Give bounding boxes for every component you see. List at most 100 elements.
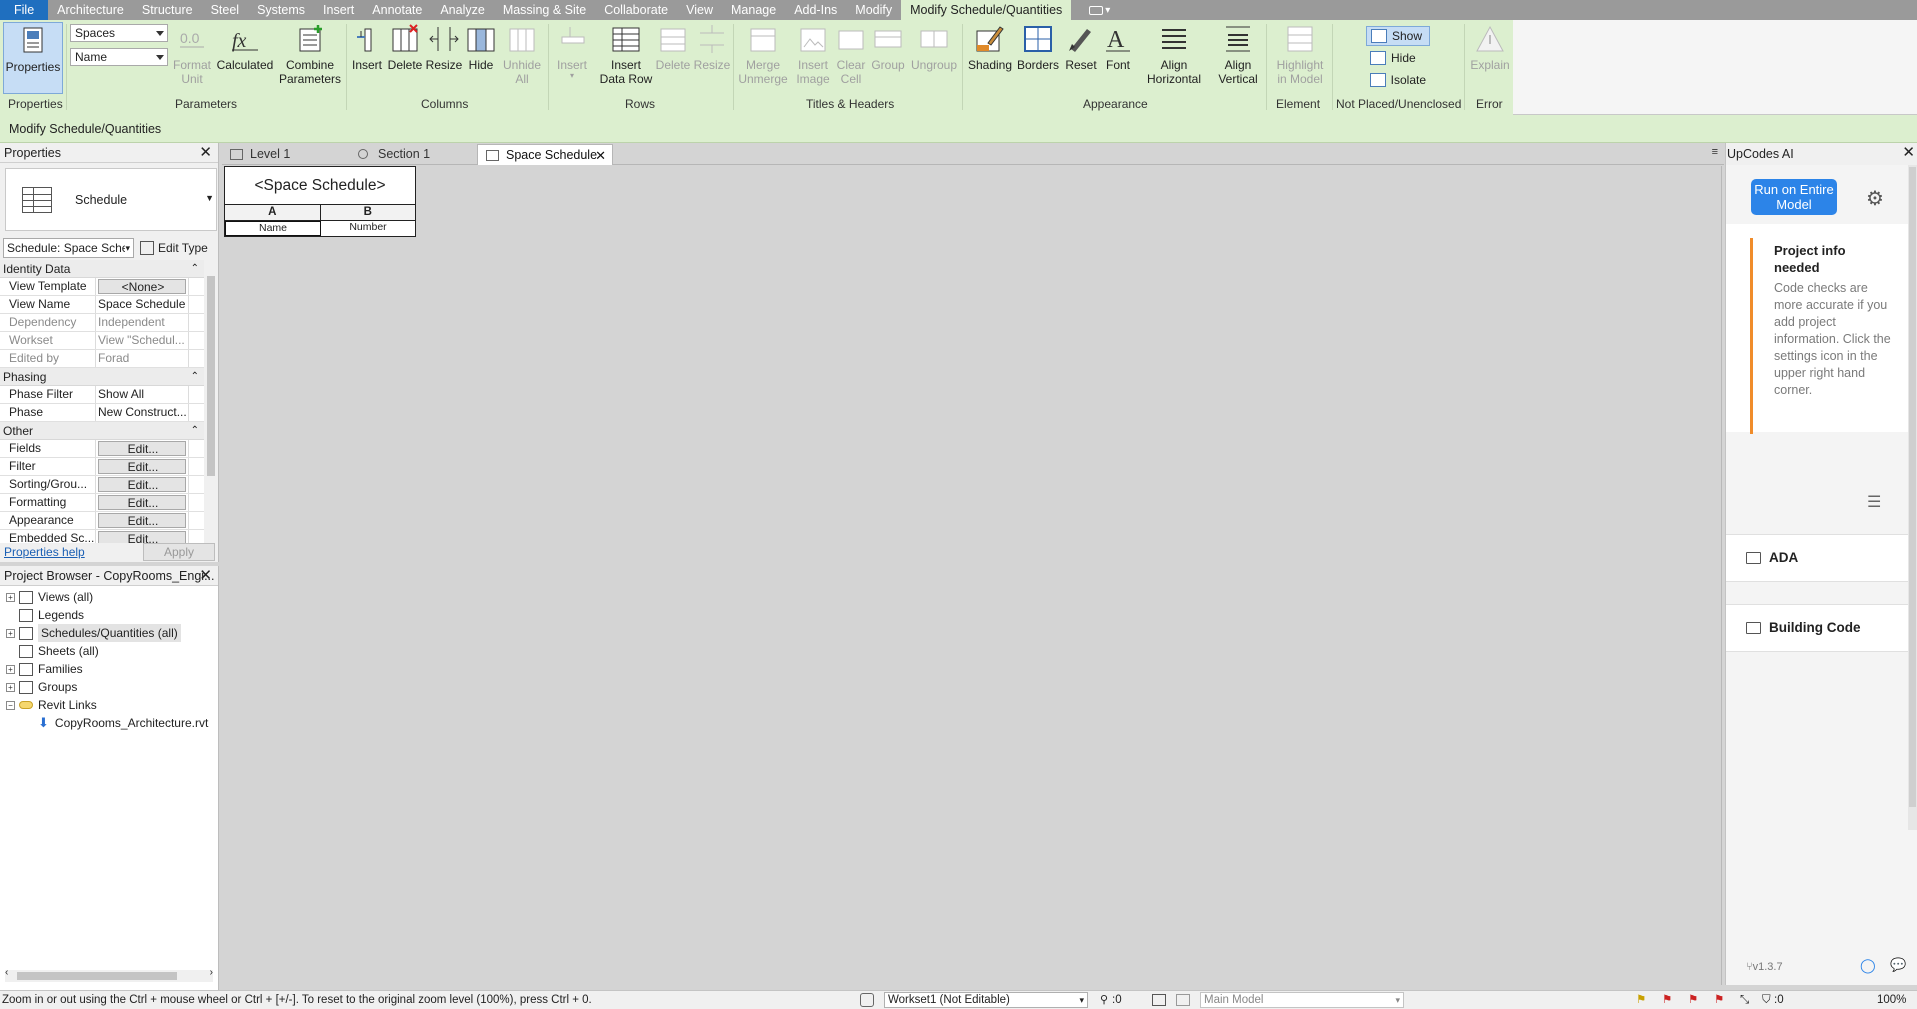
embedded-schedule-edit-button[interactable]: Edit...: [98, 531, 186, 543]
tree-item-groups[interactable]: + Groups: [0, 678, 219, 696]
align-horizontal-button[interactable]: Align Horizontal: [1142, 22, 1206, 86]
view-name-field[interactable]: Space Schedule: [96, 296, 188, 313]
edit-type-button[interactable]: Edit Type: [140, 238, 208, 258]
apply-button[interactable]: Apply: [143, 543, 215, 561]
category-combo[interactable]: Spaces: [70, 24, 168, 42]
close-icon[interactable]: ✕: [199, 568, 212, 583]
group-phasing[interactable]: Phasing ⌃: [0, 368, 204, 386]
tree-item-revit-links[interactable]: − Revit Links: [0, 696, 219, 714]
menu-analyze[interactable]: Analyze: [431, 0, 493, 20]
view-template-button[interactable]: <None>: [98, 279, 186, 294]
format-unit-button[interactable]: 0.0 Format Unit: [172, 22, 212, 86]
expand-icon[interactable]: +: [6, 628, 15, 638]
align-vertical-button[interactable]: Align Vertical: [1212, 22, 1264, 86]
font-button[interactable]: A Font: [1100, 22, 1136, 72]
scrollbar-thumb[interactable]: [17, 972, 177, 980]
editing-requests-icon[interactable]: ⚲: [1100, 991, 1108, 1009]
combine-parameters-button[interactable]: Combine Parameters: [277, 22, 343, 86]
tab-section-1[interactable]: Section 1: [350, 144, 472, 165]
group-identity-data[interactable]: Identity Data ⌃: [0, 260, 204, 278]
tree-item-revit-link-file[interactable]: ⬇ CopyRooms_Architecture.rvt: [0, 714, 219, 732]
collapse-icon[interactable]: ⌃: [191, 422, 199, 440]
schedule-canvas[interactable]: <Space Schedule> A B Name Number: [222, 166, 1722, 985]
row-delete-button[interactable]: Delete: [653, 22, 693, 72]
ungroup-button[interactable]: Ungroup: [908, 22, 960, 72]
schedule-title[interactable]: <Space Schedule>: [225, 167, 415, 205]
instance-filter-select[interactable]: Schedule: Space Sche ▾: [3, 238, 134, 258]
select-underlay-icon[interactable]: ⚑: [1662, 991, 1672, 1009]
menu-structure[interactable]: Structure: [133, 0, 202, 20]
lightbulb-icon[interactable]: ◯: [1860, 957, 1876, 974]
scroll-left-icon[interactable]: ‹: [5, 967, 8, 978]
menu-modify-schedule-quantities[interactable]: Modify Schedule/Quantities: [901, 0, 1072, 20]
insert-data-row-button[interactable]: Insert Data Row: [596, 22, 656, 86]
reset-button[interactable]: Reset: [1063, 22, 1099, 72]
tree-item-views[interactable]: + Views (all): [0, 588, 219, 606]
close-icon[interactable]: ✕: [595, 145, 606, 166]
select-pinned-icon[interactable]: ⚑: [1688, 991, 1698, 1009]
fields-edit-button[interactable]: Edit...: [98, 441, 186, 456]
properties-scrollbar[interactable]: [205, 260, 217, 543]
explain-button[interactable]: Explain: [1468, 22, 1512, 72]
group-button[interactable]: Group: [868, 22, 908, 72]
isolate-button[interactable]: Isolate: [1366, 70, 1430, 90]
appearance-edit-button[interactable]: Edit...: [98, 513, 186, 528]
show-button[interactable]: Show: [1366, 26, 1430, 46]
close-icon[interactable]: ✕: [199, 145, 212, 160]
properties-help-link[interactable]: Properties help: [4, 545, 85, 559]
feedback-icon[interactable]: 💬: [1890, 957, 1906, 973]
menu-modify[interactable]: Modify: [846, 0, 901, 20]
header-cell-name[interactable]: Name: [225, 221, 321, 236]
project-browser-scrollbar[interactable]: ‹ ›: [5, 967, 213, 982]
group-other[interactable]: Other ⌃: [0, 422, 204, 440]
collapse-icon[interactable]: ⌃: [191, 368, 199, 386]
menu-annotate[interactable]: Annotate: [363, 0, 431, 20]
column-unhide-all-button[interactable]: Unhide All: [500, 22, 544, 86]
insert-image-button[interactable]: Insert Image: [791, 22, 835, 86]
tree-item-families[interactable]: + Families: [0, 660, 219, 678]
header-cell-number[interactable]: Number: [321, 221, 415, 236]
gear-icon[interactable]: ⚙: [1866, 186, 1884, 211]
column-hide-button[interactable]: Hide: [463, 22, 499, 72]
row-resize-button[interactable]: Resize: [692, 22, 732, 72]
tab-level-1[interactable]: Level 1: [222, 144, 346, 165]
menu-steel[interactable]: Steel: [202, 0, 249, 20]
design-option-select[interactable]: Main Model ▾: [1200, 992, 1404, 1008]
ribbon-display-toggle[interactable]: ▾: [1089, 0, 1110, 20]
row-insert-button[interactable]: Insert ▾: [554, 22, 590, 80]
design-options-icon[interactable]: [1152, 994, 1166, 1006]
calculated-button[interactable]: fx Calculated: [216, 22, 274, 72]
field-combo[interactable]: Name: [70, 48, 168, 66]
filter-edit-button[interactable]: Edit...: [98, 459, 186, 474]
expand-icon[interactable]: +: [6, 664, 15, 674]
column-letter-b[interactable]: B: [321, 205, 416, 220]
formatting-edit-button[interactable]: Edit...: [98, 495, 186, 510]
scroll-right-icon[interactable]: ›: [210, 967, 213, 978]
menu-insert[interactable]: Insert: [314, 0, 363, 20]
type-selector[interactable]: Schedule ▼: [5, 168, 217, 231]
active-workset-select[interactable]: Workset1 (Not Editable) ▾: [884, 992, 1088, 1008]
menu-massing-site[interactable]: Massing & Site: [494, 0, 595, 20]
select-by-face-icon[interactable]: ⚑: [1714, 991, 1724, 1009]
phase-select[interactable]: New Construct...: [96, 404, 188, 421]
upcodes-scrollbar[interactable]: [1908, 165, 1917, 830]
menu-systems[interactable]: Systems: [248, 0, 314, 20]
menu-file[interactable]: File: [0, 0, 49, 20]
scrollbar-thumb[interactable]: [1909, 167, 1916, 807]
clear-cell-button[interactable]: Clear Cell: [833, 22, 869, 86]
section-ada[interactable]: ADA: [1726, 534, 1908, 582]
expand-icon[interactable]: +: [6, 682, 15, 692]
phase-filter-select[interactable]: Show All: [96, 386, 188, 403]
menu-architecture[interactable]: Architecture: [48, 0, 133, 20]
section-building-code[interactable]: Building Code: [1726, 604, 1908, 652]
tab-space-schedule[interactable]: Space Schedule ✕: [477, 144, 613, 165]
column-delete-button[interactable]: Delete: [386, 22, 424, 72]
column-letter-a[interactable]: A: [225, 205, 321, 220]
menu-manage[interactable]: Manage: [722, 0, 785, 20]
menu-view[interactable]: View: [677, 0, 722, 20]
expand-icon[interactable]: +: [6, 592, 15, 602]
design-option-editing-icon[interactable]: [1176, 994, 1190, 1006]
properties-tool-button[interactable]: Properties: [3, 22, 63, 94]
hide-button[interactable]: Hide: [1366, 48, 1430, 68]
close-icon[interactable]: ✕: [1902, 145, 1915, 160]
